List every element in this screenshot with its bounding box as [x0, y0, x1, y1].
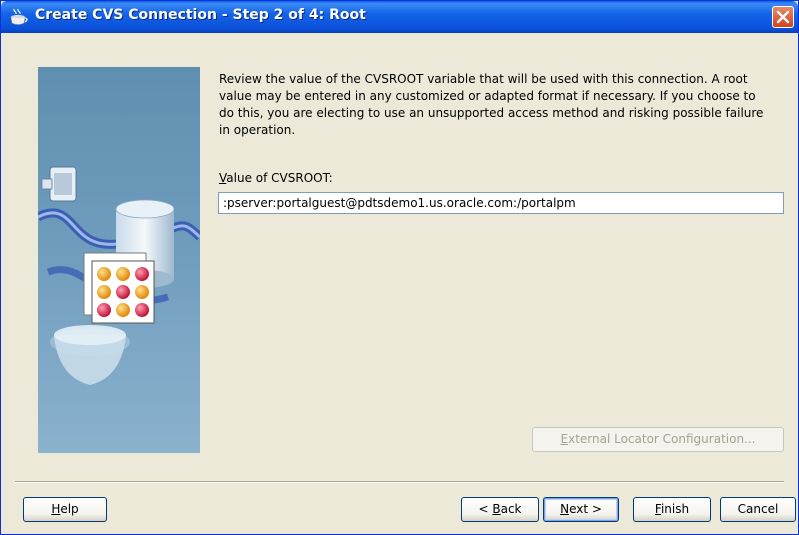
back-button[interactable]: < Back: [461, 497, 539, 522]
help-mnemonic: H: [51, 502, 61, 516]
cvsroot-input[interactable]: [218, 192, 784, 214]
title-bar[interactable]: Create CVS Connection - Step 2 of 4: Roo…: [1, 1, 798, 33]
finish-label: inish: [660, 502, 690, 516]
external-locator-configuration-button[interactable]: External Locator Configuration...: [532, 427, 784, 452]
external-locator-mnemonic: E: [560, 432, 569, 446]
cvsroot-label: Value of CVSROOT:: [219, 171, 333, 185]
button-separator: [15, 481, 784, 483]
step-description: Review the value of the CVSROOT variable…: [219, 72, 764, 137]
close-button[interactable]: [772, 6, 794, 28]
help-button[interactable]: Help: [23, 497, 107, 522]
connection-illustration: [35, 166, 204, 385]
external-locator-label: xternal Locator Configuration...: [568, 432, 756, 446]
back-mnemonic: B: [492, 502, 501, 516]
window-title: Create CVS Connection - Step 2 of 4: Roo…: [35, 7, 366, 23]
dialog-window: Create CVS Connection - Step 2 of 4: Roo…: [0, 0, 799, 535]
wizard-illustration: [35, 67, 204, 453]
cancel-label: Cancel: [737, 502, 779, 516]
cancel-button[interactable]: Cancel: [720, 497, 796, 522]
next-mnemonic: N: [560, 502, 570, 516]
help-label: elp: [60, 502, 79, 516]
back-prefix: <: [478, 502, 493, 516]
coffee-cup-icon: [10, 8, 28, 25]
next-label: ext >: [569, 502, 602, 516]
back-label: ack: [500, 502, 522, 516]
finish-button[interactable]: Finish: [633, 497, 711, 522]
close-icon: [776, 10, 790, 24]
next-button[interactable]: Next >: [543, 497, 619, 522]
cvsroot-label-text: alue of CVSROOT:: [226, 171, 333, 185]
